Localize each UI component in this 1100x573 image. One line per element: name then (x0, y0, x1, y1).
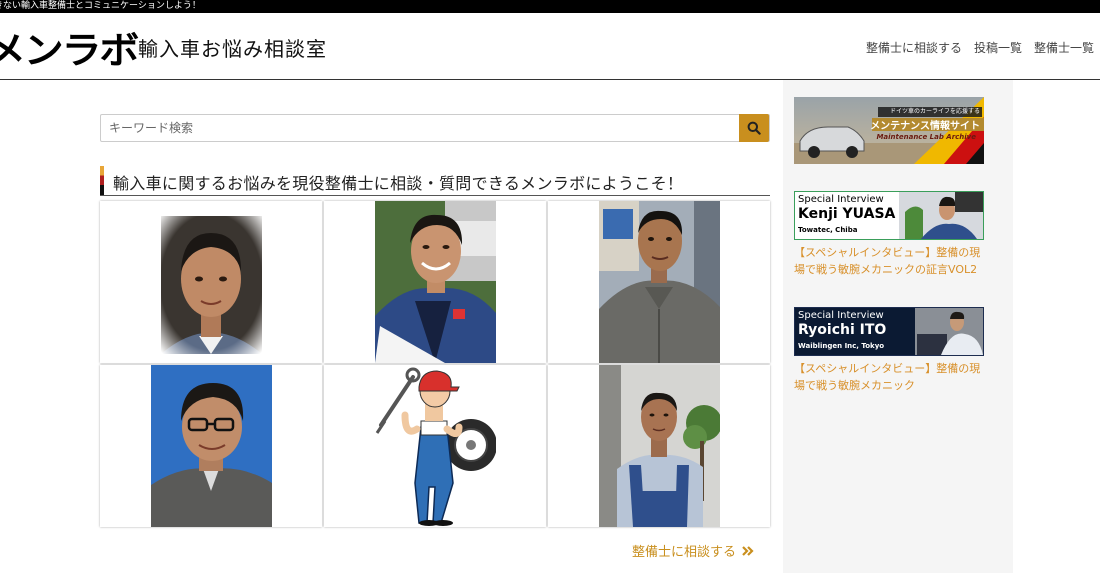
mechanic-card[interactable] (100, 365, 322, 527)
banner2-label: Special Interview (798, 194, 884, 205)
mechanic-card[interactable] (100, 201, 322, 363)
interview-banner-yuasa[interactable]: Special Interview Kenji YUASA Towatec, C… (794, 191, 984, 240)
maintenance-site-banner[interactable]: ドイツ車のカーライフを応援する メンテナンス情報サイト Maintenance … (794, 97, 984, 164)
welcome-heading-text: 輸入車に関するお悩みを現役整備士に相談・質問できるメンラボにようこそ！ (113, 174, 684, 193)
mechanic-card[interactable] (548, 365, 770, 527)
mechanic-photo-6 (598, 365, 720, 527)
search-input[interactable] (101, 115, 741, 141)
main-content: 輸入車に関するお悩みを現役整備士に相談・質問できるメンラボにようこそ！ (100, 80, 770, 573)
sidebar: ドイツ車のカーライフを応援する メンテナンス情報サイト Maintenance … (783, 80, 1013, 573)
banner1-tagline: ドイツ車のカーライフを応援する (889, 108, 980, 115)
mechanics-grid (100, 201, 770, 527)
banner2-company: Towatec, Chiba (798, 226, 858, 234)
double-chevron-right-icon (742, 545, 754, 556)
mechanic-photo-2 (374, 201, 496, 363)
mechanic-card[interactable] (548, 201, 770, 363)
top-announcement-bar: きない輸入車整備士とコミュニケーションしよう！ (0, 0, 1100, 13)
banner1-title: メンテナンス情報サイト (870, 121, 980, 132)
mechanic-photo-3 (598, 201, 720, 363)
nav-posts-link[interactable]: 投稿一覧 (974, 39, 1022, 56)
logo-subtitle: 輸入車お悩み相談室 (138, 36, 327, 61)
mechanic-photo-1 (150, 201, 272, 363)
consult-mechanic-label: 整備士に相談する (631, 545, 736, 560)
site-logo[interactable]: メンラボ 輸入車お悩み相談室 (0, 25, 327, 72)
mechanic-cartoon (374, 365, 496, 527)
mechanic-card[interactable] (324, 201, 546, 363)
banner3-name: Ryoichi ITO (798, 322, 887, 338)
consult-mechanic-link[interactable]: 整備士に相談する (632, 541, 754, 560)
banner1-brand: Maintenance Lab Archive (876, 133, 976, 141)
interview-link-ito[interactable]: 【スペシャルインタビュー】整備の現場で戦う敏腕メカニック (794, 360, 989, 394)
search-button[interactable] (739, 114, 769, 142)
main-nav: 整備士に相談する 投稿一覧 整備士一覧 (866, 39, 1094, 56)
mechanic-photo-4 (150, 365, 272, 527)
nav-mechanics-link[interactable]: 整備士一覧 (1034, 39, 1094, 56)
banner2-name: Kenji YUASA (798, 206, 896, 222)
banner3-label: Special Interview (798, 310, 884, 321)
logo-mark: メンラボ (0, 29, 139, 72)
search-icon (747, 121, 761, 135)
site-header: メンラボ 輸入車お悩み相談室 整備士に相談する 投稿一覧 整備士一覧 (0, 13, 1100, 80)
nav-consult-link[interactable]: 整備士に相談する (866, 39, 962, 56)
banner3-company: Waiblingen Inc, Tokyo (798, 342, 885, 350)
interview-banner-ito[interactable]: Special Interview Ryoichi ITO Waiblingen… (794, 307, 984, 356)
interview-link-yuasa[interactable]: 【スペシャルインタビュー】整備の現場で戦う敏腕メカニックの証言VOL2 (794, 244, 989, 278)
welcome-heading: 輸入車に関するお悩みを現役整備士に相談・質問できるメンラボにようこそ！ (100, 166, 770, 196)
heading-accent-bar (100, 166, 104, 195)
top-announcement-text: きない輸入車整備士とコミュニケーションしよう！ (0, 1, 201, 11)
mechanic-card[interactable] (324, 365, 546, 527)
search-box (100, 114, 770, 142)
